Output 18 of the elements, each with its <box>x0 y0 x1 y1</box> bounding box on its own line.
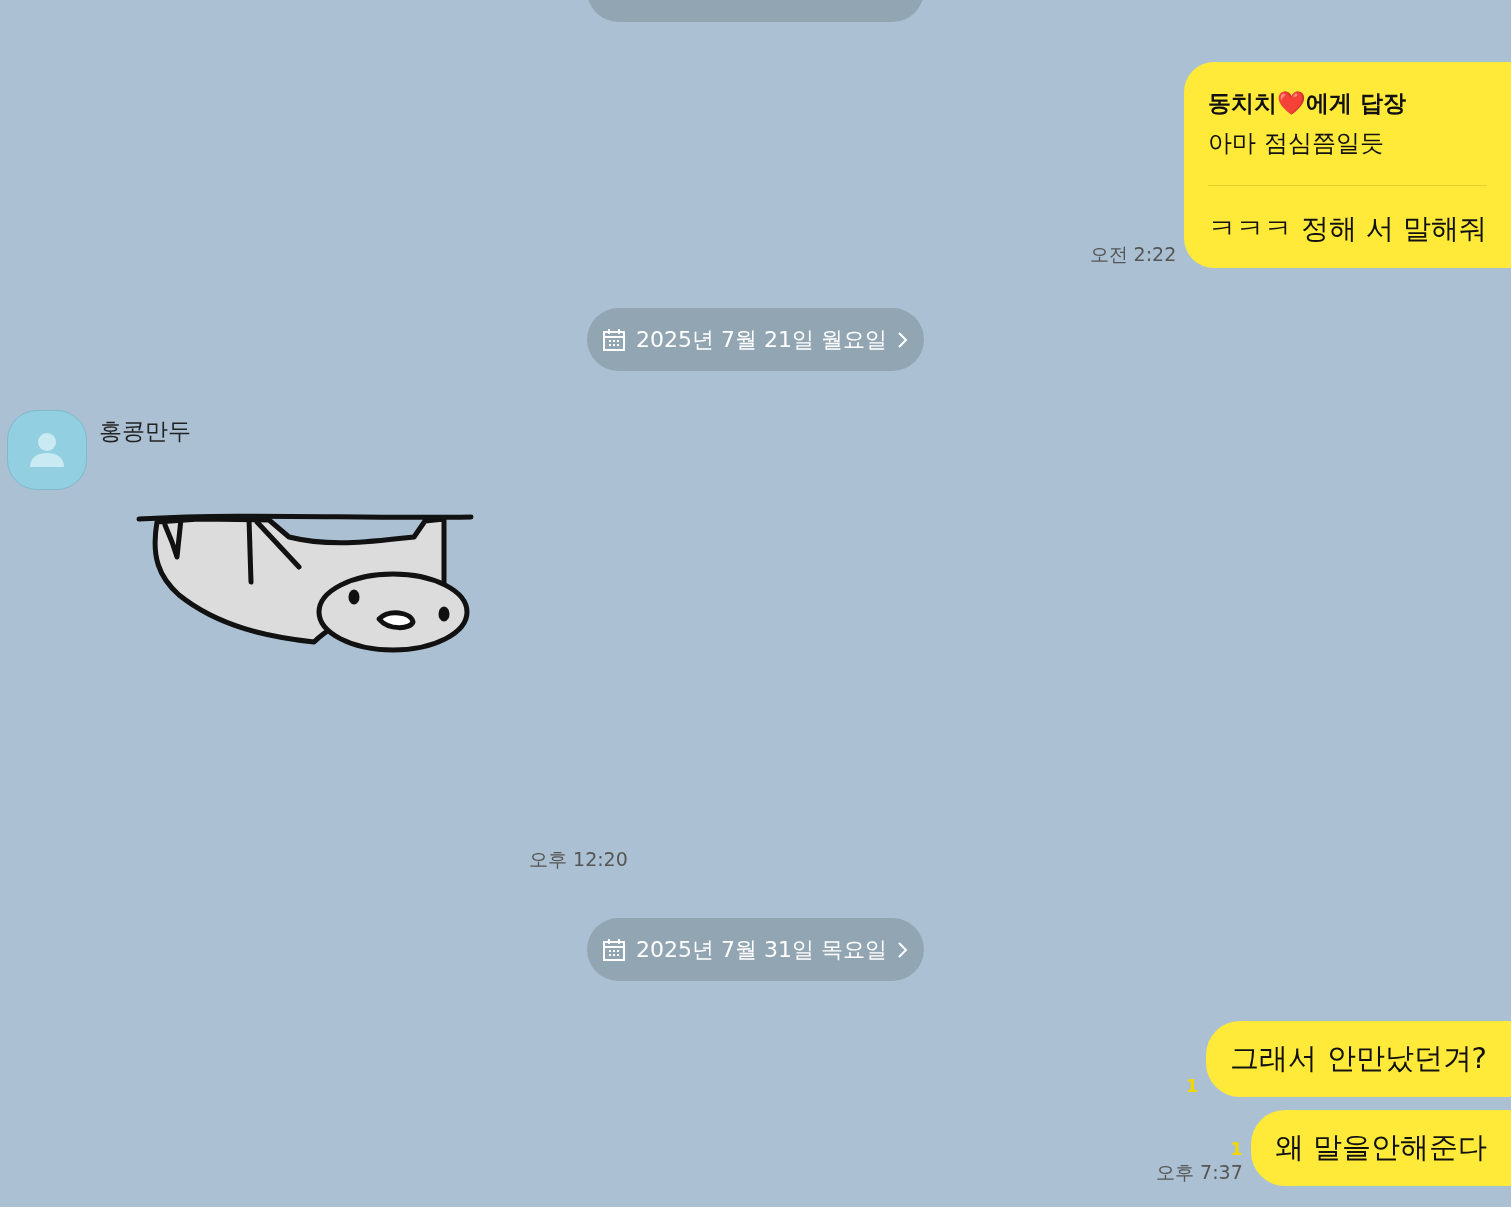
unread-count: 1 <box>1230 1138 1243 1160</box>
message-bubble[interactable]: 왜 말을안해준다 <box>1250 1110 1511 1186</box>
message-bubble[interactable]: 그래서 안만났던겨? <box>1206 1021 1511 1097</box>
timestamp: 오전 2:22 <box>1089 242 1177 267</box>
timestamp: 오후 12:20 <box>529 847 628 872</box>
avatar[interactable] <box>7 410 87 490</box>
calendar-icon <box>602 327 626 352</box>
timestamp: 오후 7:37 <box>1156 1160 1243 1185</box>
date-label: 2025년 7월 31일 목요일 <box>636 935 887 964</box>
unread-count: 1 <box>1185 1075 1199 1097</box>
sticker-drawing[interactable] <box>136 513 474 653</box>
date-label: 2025년 7월 21일 월요일 <box>636 325 887 354</box>
chevron-right-icon <box>897 330 909 349</box>
sender-name: 홍콩만두 <box>99 417 192 446</box>
calendar-icon <box>602 937 626 962</box>
chevron-right-icon <box>897 940 909 959</box>
person-icon <box>29 432 65 468</box>
message-bubble[interactable]: 동치치❤에게 답장 아마 점심쯤일듯 ㅋㅋㅋ 정해 서 말해줘 <box>1184 62 1511 268</box>
